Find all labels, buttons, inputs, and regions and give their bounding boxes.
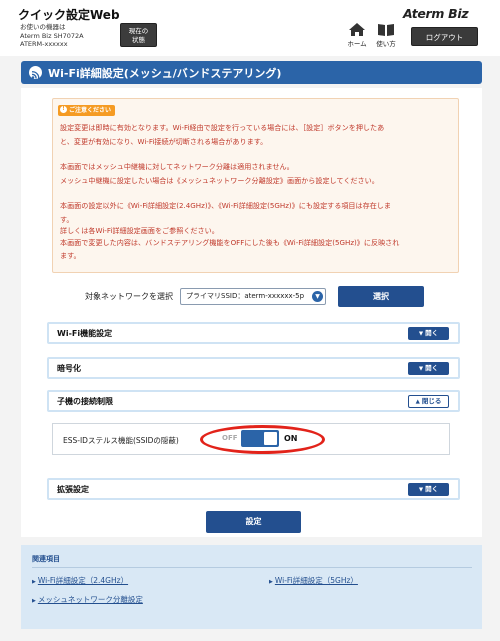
device-line: Aterm Biz SH7072A [20, 31, 84, 40]
device-info: お使いの機器は Aterm Biz SH7072A ATERM-xxxxxx [20, 23, 84, 49]
related-links-panel: 関連項目 ▶ Wi-Fi詳細設定（2.4GHz） ▶ Wi-Fi詳細設定（5GHz）… [21, 545, 482, 629]
notice-line: 本画面で変更した内容は、バンドステアリング機能をOFFにした後も《Wi-Fi詳細… [60, 238, 400, 247]
section-title: 暗号化 [57, 364, 81, 373]
page-title: Wi-Fi詳細設定(メッシュ/バンドステアリング) [48, 67, 282, 80]
save-button[interactable]: 設定 [206, 511, 301, 533]
toggle-off-label: OFF [222, 434, 238, 442]
link-wifi-24ghz[interactable]: ▶ Wi-Fi詳細設定（2.4GHz） [32, 575, 128, 586]
wifi-icon [29, 66, 42, 79]
device-line: お使いの機器は [20, 23, 66, 31]
notice-line: 設定変更は即時に有効となります。Wi-Fi経由で設定を行っている場合には、［設定… [60, 123, 385, 132]
select-button[interactable]: 選択 [338, 286, 424, 307]
notice-line: 本画面の設定以外に《Wi-Fi詳細設定(2.4GHz)》、《Wi-Fi詳細設定(… [60, 201, 391, 210]
device-line: ATERM-xxxxxx [20, 40, 68, 49]
home-button[interactable]: ホーム [342, 22, 372, 50]
notice-line: ます。 [60, 251, 81, 260]
chevron-right-icon: ▶ [32, 598, 36, 604]
home-icon [349, 23, 365, 36]
chevron-right-icon: ▶ [32, 579, 36, 585]
open-button[interactable]: ▼ 開く [408, 362, 449, 375]
chevron-down-icon: ▼ [418, 487, 424, 493]
status-button[interactable]: 現在の 状態 [120, 23, 157, 47]
app-title: クイック設定Web [18, 8, 120, 22]
page-title-bar: Wi-Fi詳細設定(メッシュ/バンドステアリング) [21, 61, 482, 84]
related-title: 関連項目 [32, 555, 60, 563]
section-encryption: 暗号化 ▼ 開く [47, 357, 460, 379]
network-select-label: 対象ネットワークを選択 [85, 292, 173, 301]
notice-line: と、変更が有効になり、Wi-Fi接続が切断される場合があります。 [60, 137, 268, 146]
section-connection-limit: 子機の接続制限 ▲ 閉じる [47, 390, 460, 412]
open-button-label: 開く [425, 485, 439, 493]
manual-label: 使い方 [376, 40, 396, 48]
stealth-label: ESS-IDステルス機能(SSIDの隠蔽) [63, 436, 179, 445]
home-label: ホーム [347, 40, 367, 48]
open-button-label: 開く [425, 329, 439, 337]
divider [32, 567, 472, 568]
brand-logo: Aterm Biz [403, 6, 469, 21]
open-button[interactable]: ▼ 開く [408, 483, 449, 496]
open-button-label: 開く [425, 364, 439, 372]
notice-badge: ! ご注意ください [58, 105, 116, 116]
notice-box: ! ご注意ください 設定変更は即時に有効となります。Wi-Fi経由で設定を行ってい… [52, 98, 459, 273]
toggle-on-label: ON [284, 434, 298, 443]
status-button-line: 現在の [128, 27, 149, 35]
close-button-label: 閉じる [421, 397, 442, 405]
header: クイック設定Web お使いの機器は Aterm Biz SH7072A ATER… [0, 0, 500, 56]
section-title: 拡張設定 [57, 485, 89, 494]
open-button[interactable]: ▼ 開く [408, 327, 449, 340]
notice-line: 本画面ではメッシュ中継機に対してネットワーク分離は適用されません。 [60, 162, 294, 171]
chevron-up-icon: ▲ [415, 399, 420, 405]
section-extended: 拡張設定 ▼ 開く [47, 478, 460, 500]
link-label: Wi-Fi詳細設定（2.4GHz） [37, 576, 129, 585]
book-icon [378, 24, 394, 36]
notice-badge-label: ご注意ください [69, 107, 112, 114]
section-wifi-function: Wi-Fi機能設定 ▼ 開く [47, 322, 460, 344]
section-title: 子機の接続制限 [57, 397, 113, 406]
toggle-knob [264, 432, 277, 445]
section-title: Wi-Fi機能設定 [57, 329, 113, 338]
exclamation-icon: ! [60, 106, 67, 113]
notice-line: 詳しくは各Wi-Fi詳細設定画面をご参照ください。 [60, 226, 219, 235]
link-label: Wi-Fi詳細設定（5GHz） [274, 576, 358, 585]
link-label: メッシュネットワーク分離設定 [37, 595, 143, 604]
chevron-down-icon: ▼ [312, 291, 323, 302]
network-select-value: プライマリSSID：aterm-xxxxxx-5p [186, 292, 305, 300]
close-button[interactable]: ▲ 閉じる [408, 395, 449, 408]
chevron-down-icon: ▼ [418, 366, 424, 372]
link-mesh-separation[interactable]: ▶ メッシュネットワーク分離設定 [32, 594, 143, 605]
network-select[interactable]: プライマリSSID：aterm-xxxxxx-5p ▼ [180, 288, 326, 305]
chevron-down-icon: ▼ [418, 331, 424, 337]
link-wifi-5ghz[interactable]: ▶ Wi-Fi詳細設定（5GHz） [269, 575, 358, 586]
manual-button[interactable]: 使い方 [371, 22, 401, 50]
status-button-line: 状態 [132, 36, 145, 44]
notice-line: メッシュ中継機に設定したい場合は《メッシュネットワーク分離設定》画面から設定して… [60, 176, 379, 185]
logout-button[interactable]: ログアウト [411, 27, 478, 46]
stealth-toggle[interactable] [241, 430, 279, 447]
chevron-right-icon: ▶ [269, 579, 273, 585]
